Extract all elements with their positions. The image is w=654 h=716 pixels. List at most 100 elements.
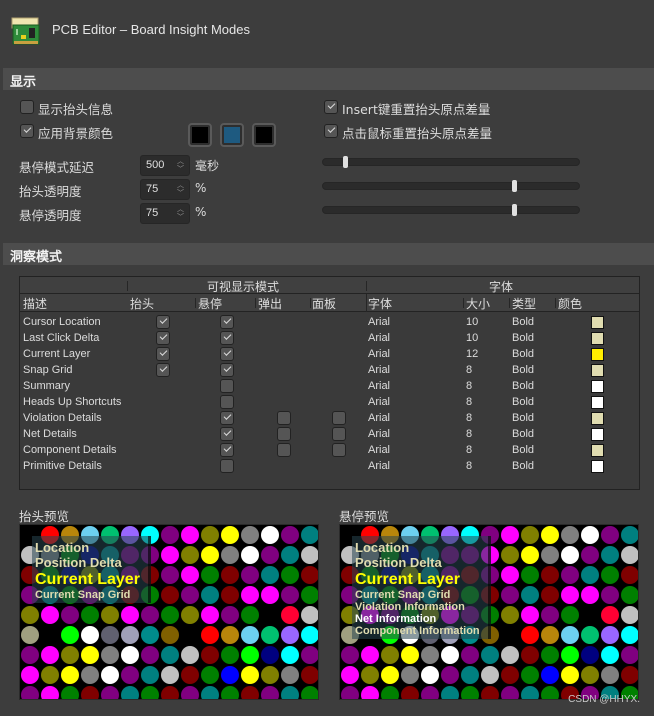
board-pad — [561, 606, 579, 624]
show-heads-up-checkbox[interactable] — [20, 100, 34, 114]
board-pad — [41, 686, 59, 699]
row-description: Snap Grid — [23, 364, 73, 376]
row-description: Primitive Details — [23, 460, 102, 472]
table-row[interactable]: Cursor Location Arial 10 Bold — [20, 314, 639, 330]
hover-checkbox[interactable] — [220, 315, 234, 329]
hover-delay-slider[interactable] — [322, 156, 580, 168]
column-header-color[interactable]: 颜色 — [558, 295, 582, 312]
hover-checkbox[interactable] — [220, 379, 234, 393]
hover-delay-spinbox[interactable]: 500 ︿ ﹀ — [140, 155, 190, 176]
row-style: Bold — [512, 460, 535, 472]
hover-checkbox[interactable] — [220, 427, 234, 441]
hover-opacity-slider[interactable] — [322, 204, 580, 216]
background-color-1-button[interactable] — [188, 123, 212, 147]
board-pad — [181, 546, 199, 564]
table-row[interactable]: Heads Up Shortcuts Arial 8 Bold — [20, 394, 639, 410]
table-row[interactable]: Violation Details Arial 8 Bold — [20, 410, 639, 426]
column-header-row: 描述 抬头 悬停 弹出 面板 字体 大小 类型 颜色 — [20, 294, 639, 312]
column-header-size[interactable]: 大小 — [466, 295, 490, 312]
column-header-style[interactable]: 类型 — [512, 295, 536, 312]
hover-delay-value: 500 — [146, 159, 165, 171]
board-pad — [261, 686, 279, 699]
board-pad — [521, 606, 539, 624]
slider-thumb[interactable] — [343, 156, 349, 168]
column-header-hover[interactable]: 悬停 — [198, 295, 222, 312]
table-row[interactable]: Summary Arial 8 Bold — [20, 378, 639, 394]
hover-checkbox[interactable] — [220, 411, 234, 425]
spin-arrows-icon[interactable]: ︿ ﹀ — [176, 157, 185, 174]
table-row[interactable]: Primitive Details Arial 8 Bold — [20, 458, 639, 474]
hover-checkbox[interactable] — [220, 443, 234, 457]
board-pad — [21, 606, 39, 624]
spin-arrows-icon[interactable]: ︿ ﹀ — [176, 205, 185, 222]
row-style: Bold — [512, 412, 535, 424]
hover-checkbox[interactable] — [220, 347, 234, 361]
table-row[interactable]: Last Click Delta Arial 10 Bold — [20, 330, 639, 346]
column-header-description[interactable]: 描述 — [23, 295, 47, 312]
board-pad — [61, 626, 79, 644]
row-font: Arial — [368, 332, 391, 344]
column-header-heads-up[interactable]: 抬头 — [130, 295, 154, 312]
table-row[interactable]: Current Layer Arial 12 Bold — [20, 346, 639, 362]
table-row[interactable]: Net Details Arial 8 Bold — [20, 426, 639, 442]
hover-checkbox[interactable] — [220, 363, 234, 377]
board-pad — [241, 526, 259, 544]
headsup-checkbox[interactable] — [156, 331, 170, 345]
insert-reset-checkbox[interactable] — [324, 100, 338, 114]
click-reset-checkbox[interactable] — [324, 124, 338, 138]
board-pad — [241, 606, 259, 624]
popup-checkbox[interactable] — [277, 411, 291, 425]
board-pad — [21, 666, 39, 684]
column-header-panel[interactable]: 面板 — [312, 295, 336, 312]
board-pad — [541, 626, 559, 644]
pcb-board-icon — [11, 17, 40, 45]
hover-opacity-spinbox[interactable]: 75 ︿ ﹀ — [140, 203, 190, 224]
overlay-current-layer: Current Layer — [35, 571, 140, 588]
column-header-popup[interactable]: 弹出 — [258, 295, 282, 312]
background-color-2-button[interactable] — [220, 123, 244, 147]
board-pad — [121, 646, 139, 664]
hover-checkbox[interactable] — [220, 459, 234, 473]
panel-checkbox[interactable] — [332, 411, 346, 425]
board-pad — [281, 666, 299, 684]
background-color-3-button[interactable] — [252, 123, 276, 147]
headsup-checkbox[interactable] — [156, 315, 170, 329]
row-color-swatch[interactable] — [591, 364, 604, 377]
headsup-checkbox[interactable] — [156, 347, 170, 361]
row-color-swatch[interactable] — [591, 396, 604, 409]
board-pad — [221, 566, 239, 584]
popup-checkbox[interactable] — [277, 443, 291, 457]
spin-arrows-icon[interactable]: ︿ ﹀ — [176, 181, 185, 198]
row-style: Bold — [512, 428, 535, 440]
column-header-font[interactable]: 字体 — [368, 295, 392, 312]
board-pad — [161, 586, 179, 604]
row-color-swatch[interactable] — [591, 332, 604, 345]
title-bar: PCB Editor – Board Insight Modes — [0, 0, 654, 62]
row-color-swatch[interactable] — [591, 428, 604, 441]
board-pad — [201, 626, 219, 644]
popup-checkbox[interactable] — [277, 427, 291, 441]
row-color-swatch[interactable] — [591, 316, 604, 329]
row-color-swatch[interactable] — [591, 444, 604, 457]
panel-checkbox[interactable] — [332, 427, 346, 441]
heads-up-overlay: Location Position Delta Current Layer Cu… — [32, 536, 151, 603]
board-pad — [281, 686, 299, 699]
hover-checkbox[interactable] — [220, 331, 234, 345]
row-color-swatch[interactable] — [591, 460, 604, 473]
headsup-checkbox[interactable] — [156, 363, 170, 377]
row-font: Arial — [368, 460, 391, 472]
use-background-color-checkbox[interactable] — [20, 124, 34, 138]
row-color-swatch[interactable] — [591, 412, 604, 425]
heads-up-opacity-slider[interactable] — [322, 180, 580, 192]
heads-up-opacity-spinbox[interactable]: 75 ︿ ﹀ — [140, 179, 190, 200]
overlay-violation-info: Violation Information — [355, 601, 465, 613]
panel-checkbox[interactable] — [332, 443, 346, 457]
row-color-swatch[interactable] — [591, 380, 604, 393]
slider-thumb[interactable] — [512, 180, 517, 192]
row-color-swatch[interactable] — [591, 348, 604, 361]
table-row[interactable]: Snap Grid Arial 8 Bold — [20, 362, 639, 378]
board-pad — [101, 646, 119, 664]
slider-thumb[interactable] — [512, 204, 517, 216]
hover-checkbox[interactable] — [220, 395, 234, 409]
table-row[interactable]: Component Details Arial 8 Bold — [20, 442, 639, 458]
